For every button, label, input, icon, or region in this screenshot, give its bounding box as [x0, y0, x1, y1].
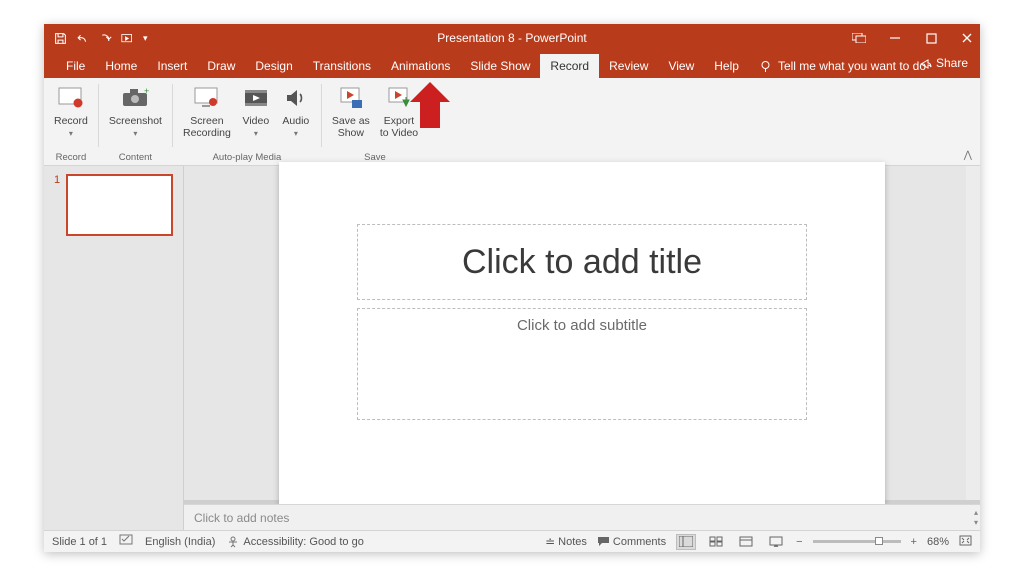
tab-file[interactable]: File	[56, 54, 95, 78]
record-label: Record	[54, 115, 88, 127]
slideshow-view-icon[interactable]	[766, 534, 786, 550]
notes-pane[interactable]: Click to add notes ▴ ▾	[184, 504, 980, 530]
screenshot-label: Screenshot	[109, 115, 162, 127]
tab-record[interactable]: Record	[540, 54, 599, 78]
zoom-slider[interactable]	[813, 540, 901, 543]
title-placeholder[interactable]: Click to add title	[357, 224, 807, 300]
thumbnail-number: 1	[54, 174, 60, 236]
video-button[interactable]: Video ▾	[237, 80, 275, 139]
window-title: Presentation 8 - PowerPoint	[437, 31, 586, 45]
spellcheck-icon[interactable]	[119, 534, 133, 549]
quick-access-toolbar: ▾	[44, 32, 148, 45]
minimize-icon[interactable]	[888, 31, 902, 45]
screen-recording-label: Screen Recording	[183, 115, 231, 139]
slide-thumbnail-pane[interactable]: 1	[44, 166, 184, 530]
share-button[interactable]: Share	[919, 56, 968, 70]
vertical-scrollbar[interactable]	[966, 166, 980, 500]
tab-draw[interactable]: Draw	[197, 54, 245, 78]
reading-view-icon[interactable]	[736, 534, 756, 550]
share-icon	[919, 57, 932, 70]
export-to-video-button[interactable]: Export to Video	[376, 80, 422, 140]
speaker-icon	[281, 83, 311, 113]
fit-to-window-icon[interactable]	[959, 535, 972, 549]
group-label-content: Content	[119, 151, 152, 164]
tab-animations[interactable]: Animations	[381, 54, 460, 78]
status-bar: Slide 1 of 1 English (India) Accessibili…	[44, 530, 980, 552]
tab-view[interactable]: View	[658, 54, 704, 78]
scroll-down-icon[interactable]: ▾	[974, 518, 978, 527]
normal-view-icon[interactable]	[676, 534, 696, 550]
dropdown-caret-icon: ▾	[69, 129, 73, 138]
dropdown-caret-icon: ▾	[294, 129, 298, 138]
tab-insert[interactable]: Insert	[147, 54, 197, 78]
tab-home[interactable]: Home	[95, 54, 147, 78]
accessibility-status[interactable]: Accessibility: Good to go	[227, 536, 363, 548]
group-label-record: Record	[56, 151, 87, 164]
redo-icon[interactable]	[99, 32, 112, 45]
collapse-ribbon-icon[interactable]: ⋀	[964, 150, 972, 161]
group-label-media: Auto-play Media	[213, 151, 282, 164]
camera-icon: +	[120, 83, 150, 113]
screen-recording-icon	[192, 83, 222, 113]
ribbon: Record ▾ Record + Screenshot ▾ Content	[44, 78, 980, 166]
record-icon	[56, 83, 86, 113]
accessibility-icon	[227, 536, 239, 548]
record-button[interactable]: Record ▾	[50, 80, 92, 139]
notes-toggle[interactable]: ≐Notes	[545, 535, 587, 549]
display-options-icon[interactable]	[852, 31, 866, 45]
slide-counter[interactable]: Slide 1 of 1	[52, 536, 107, 548]
export-video-icon	[384, 83, 414, 113]
zoom-percent[interactable]: 68%	[927, 536, 949, 548]
zoom-in-icon[interactable]: +	[911, 536, 917, 548]
start-from-beginning-icon[interactable]	[121, 32, 134, 45]
svg-text:+: +	[144, 87, 149, 96]
lightbulb-icon	[759, 60, 772, 73]
audio-button[interactable]: Audio ▾	[277, 80, 315, 139]
video-icon	[241, 83, 271, 113]
audio-label: Audio	[282, 115, 309, 127]
maximize-icon[interactable]	[924, 31, 938, 45]
tab-help[interactable]: Help	[704, 54, 749, 78]
save-as-show-icon	[336, 83, 366, 113]
save-icon[interactable]	[54, 32, 67, 45]
language-status[interactable]: English (India)	[145, 536, 215, 548]
dropdown-caret-icon: ▾	[133, 129, 137, 138]
slide-thumbnail-1[interactable]	[66, 174, 173, 236]
slide[interactable]: Click to add title Click to add subtitle	[279, 162, 885, 504]
comments-toggle[interactable]: Comments	[597, 536, 666, 548]
tab-review[interactable]: Review	[599, 54, 658, 78]
tab-design[interactable]: Design	[245, 54, 302, 78]
slide-sorter-view-icon[interactable]	[706, 534, 726, 550]
dropdown-caret-icon: ▾	[254, 129, 258, 138]
scroll-up-icon[interactable]: ▴	[974, 508, 978, 517]
export-video-label: Export to Video	[380, 115, 418, 139]
screen-recording-button[interactable]: Screen Recording	[179, 80, 235, 140]
tell-me-label: Tell me what you want to do	[778, 59, 926, 73]
slide-canvas-area[interactable]: Click to add title Click to add subtitle	[184, 166, 980, 500]
save-as-show-label: Save as Show	[332, 115, 370, 139]
share-label: Share	[936, 56, 968, 70]
ribbon-tabs: File Home Insert Draw Design Transitions…	[44, 52, 980, 78]
zoom-out-icon[interactable]: −	[796, 536, 802, 548]
qat-customize-icon[interactable]: ▾	[143, 33, 148, 44]
undo-icon[interactable]	[76, 32, 90, 45]
video-label: Video	[243, 115, 270, 127]
screenshot-button[interactable]: + Screenshot ▾	[105, 80, 166, 139]
notes-placeholder: Click to add notes	[194, 511, 289, 525]
title-bar: ▾ Presentation 8 - PowerPoint	[44, 24, 980, 52]
tell-me-search[interactable]: Tell me what you want to do	[749, 54, 936, 78]
tab-slideshow[interactable]: Slide Show	[460, 54, 540, 78]
comment-icon	[597, 536, 610, 547]
save-as-show-button[interactable]: Save as Show	[328, 80, 374, 140]
tab-transitions[interactable]: Transitions	[303, 54, 381, 78]
subtitle-placeholder[interactable]: Click to add subtitle	[357, 308, 807, 420]
close-icon[interactable]	[960, 31, 974, 45]
